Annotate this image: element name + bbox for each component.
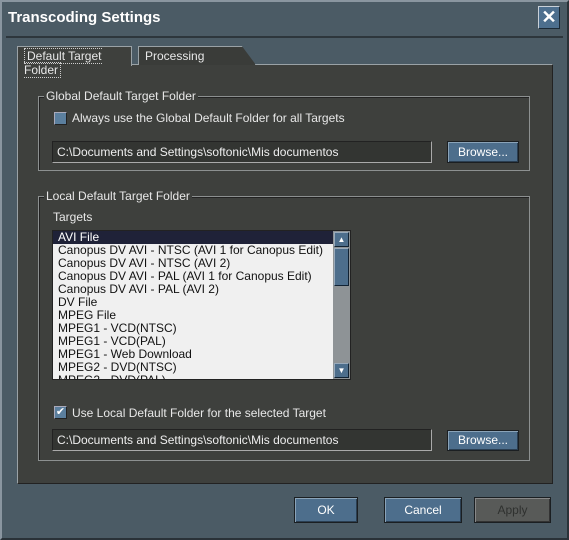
global-browse-button[interactable]: Browse... <box>447 141 519 163</box>
title-separator <box>6 36 563 38</box>
global-path-field[interactable]: C:\Documents and Settings\softonic\Mis d… <box>52 141 432 163</box>
local-folder-checkbox[interactable]: ✔ <box>54 406 67 419</box>
tab-processing-options[interactable]: Processing Options <box>138 46 256 65</box>
global-checkbox-label: Always use the Global Default Folder for… <box>72 111 345 125</box>
scroll-thumb[interactable] <box>334 248 349 286</box>
targets-listbox[interactable]: AVI File Canopus DV AVI - NTSC (AVI 1 for… <box>52 230 351 380</box>
close-button[interactable]: ✕ <box>538 6 560 29</box>
close-icon: ✕ <box>541 7 557 27</box>
target-list-item[interactable]: MPEG2 - DVD(PAL) <box>53 374 350 380</box>
scroll-up-icon[interactable]: ▲ <box>334 232 349 247</box>
ok-button[interactable]: OK <box>294 497 358 523</box>
local-checkbox-label: Use Local Default Folder for the selecte… <box>72 406 326 420</box>
group-label: Local Default Target Folder <box>44 189 192 203</box>
window-title: Transcoding Settings <box>8 9 161 26</box>
scroll-down-icon[interactable]: ▼ <box>334 363 349 378</box>
global-folder-checkbox[interactable] <box>54 112 67 125</box>
targets-label: Targets <box>53 210 93 224</box>
target-list-item[interactable]: Canopus DV AVI - PAL (AVI 2) <box>53 283 350 296</box>
cancel-button[interactable]: Cancel <box>384 497 462 523</box>
local-browse-button[interactable]: Browse... <box>447 430 519 451</box>
local-path-field[interactable]: C:\Documents and Settings\softonic\Mis d… <box>52 429 432 451</box>
scrollbar[interactable]: ▲ ▼ <box>333 231 350 379</box>
apply-button[interactable]: Apply <box>474 497 551 523</box>
tab-default-target-folder[interactable]: Default Target Folder <box>17 46 132 78</box>
group-label: Global Default Target Folder <box>44 89 198 103</box>
